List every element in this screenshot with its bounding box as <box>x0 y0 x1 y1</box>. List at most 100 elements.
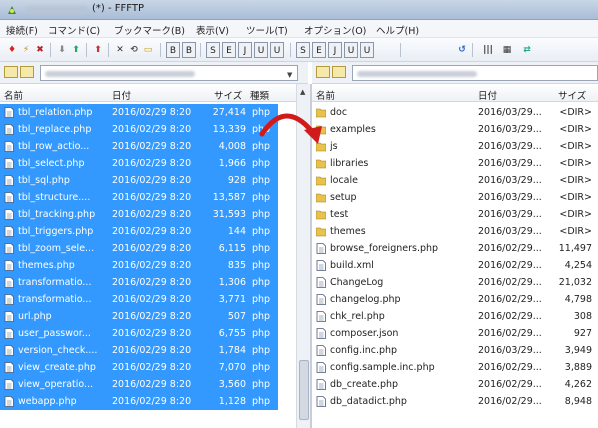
jis-button[interactable]: J <box>238 42 252 58</box>
menu-options[interactable]: オプション(O) <box>304 23 366 37</box>
file-date: 2016/02/29... <box>478 379 542 390</box>
file-icon <box>316 345 326 356</box>
remote-file-row[interactable]: locale 2016/03/29... <DIR> <box>312 172 598 189</box>
menu-view[interactable]: 表示(V) <box>196 23 229 37</box>
remote-file-row[interactable]: setup 2016/03/29... <DIR> <box>312 189 598 206</box>
remote-file-row[interactable]: chk_rel.php 2016/02/29... 308 <box>312 308 598 325</box>
local-file-list[interactable]: 名前 日付 サイズ 種類 tbl_relation.php 2016/02/29 … <box>0 84 296 428</box>
file-name: composer.json <box>330 328 399 339</box>
column-size[interactable]: サイズ <box>214 88 242 102</box>
remote-utf8-bom-button[interactable]: U <box>360 42 374 58</box>
local-file-row[interactable]: themes.php 2016/02/29 8:20 835 php <box>0 257 278 274</box>
binary-mode-button-2[interactable]: B <box>182 42 196 58</box>
local-file-row[interactable]: transformatio... 2016/02/29 8:20 1,306 php <box>0 274 278 291</box>
remote-file-row[interactable]: libraries 2016/03/29... <DIR> <box>312 155 598 172</box>
detail-view-icon[interactable]: ▦ <box>500 42 514 58</box>
menu-tools[interactable]: ツール(T) <box>246 23 288 37</box>
column-name[interactable]: 名前 <box>316 88 335 102</box>
local-file-row[interactable]: tbl_row_actio... 2016/02/29 8:20 4,008 php <box>0 138 278 155</box>
file-size: 6,755 <box>218 328 246 339</box>
toolbar-separator <box>290 43 291 57</box>
euc-button[interactable]: E <box>222 42 236 58</box>
file-type: php <box>252 379 271 390</box>
scroll-thumb[interactable] <box>299 360 309 420</box>
local-file-row[interactable]: tbl_sql.php 2016/02/29 8:20 928 php <box>0 172 278 189</box>
sync-icon[interactable]: ⇄ <box>520 42 534 58</box>
file-type: php <box>252 243 271 254</box>
column-size[interactable]: サイズ <box>558 88 586 102</box>
quick-connect-icon[interactable]: ⚡ <box>20 42 32 58</box>
menu-help[interactable]: ヘルプ(H) <box>376 23 419 37</box>
file-name: url.php <box>18 311 52 322</box>
local-file-row[interactable]: tbl_structure.... 2016/02/29 8:20 13,587 ph… <box>0 189 278 206</box>
download-icon[interactable]: ⬇ <box>56 42 68 58</box>
drag-arrow-icon <box>259 113 322 144</box>
remote-file-row[interactable]: browse_foreigners.php 2016/02/29... 11,497 <box>312 240 598 257</box>
upload-icon[interactable]: ⬆ <box>70 42 82 58</box>
remote-browse-icon[interactable] <box>332 66 346 78</box>
local-file-row[interactable]: tbl_tracking.php 2016/02/29 8:20 31,593 php <box>0 206 278 223</box>
list-view-icon[interactable]: ||| <box>480 42 496 58</box>
refresh-icon[interactable]: ↺ <box>456 42 468 58</box>
local-file-row[interactable]: view_create.php 2016/02/29 8:20 7,070 php <box>0 359 278 376</box>
remote-euc-button[interactable]: E <box>312 42 326 58</box>
delete-icon[interactable]: ✕ <box>114 42 126 58</box>
local-file-row[interactable]: webapp.php 2016/02/29 8:20 1,128 php <box>0 393 278 410</box>
remote-file-row[interactable]: themes 2016/03/29... <DIR> <box>312 223 598 240</box>
remote-file-row[interactable]: config.inc.php 2016/03/29... 3,949 <box>312 342 598 359</box>
remote-file-row[interactable]: doc 2016/03/29... <DIR> <box>312 104 598 121</box>
remote-file-row[interactable]: js 2016/03/29... <DIR> <box>312 138 598 155</box>
menu-bookmark[interactable]: ブックマーク(B) <box>114 23 185 37</box>
local-folder-icon[interactable] <box>4 66 18 78</box>
local-file-row[interactable]: tbl_triggers.php 2016/02/29 8:20 144 php <box>0 223 278 240</box>
column-date[interactable]: 日付 <box>478 88 497 102</box>
folder-icon <box>316 227 326 237</box>
binary-mode-button[interactable]: B <box>166 42 180 58</box>
chevron-down-icon[interactable]: ▼ <box>287 71 292 79</box>
remote-utf8-button[interactable]: U <box>344 42 358 58</box>
utf8-bom-button[interactable]: U <box>270 42 284 58</box>
remote-path-input[interactable] <box>352 65 598 81</box>
menu-command[interactable]: コマンド(C) <box>48 23 100 37</box>
file-icon <box>4 277 14 288</box>
local-file-row[interactable]: version_check.... 2016/02/29 8:20 1,784 php <box>0 342 278 359</box>
remote-file-row[interactable]: db_datadict.php 2016/02/29... 8,948 <box>312 393 598 410</box>
remote-file-row[interactable]: build.xml 2016/02/29... 4,254 <box>312 257 598 274</box>
scroll-up-icon[interactable]: ▲ <box>300 88 305 96</box>
column-name[interactable]: 名前 <box>4 88 23 102</box>
local-file-row[interactable]: tbl_relation.php 2016/02/29 8:20 27,414 php <box>0 104 278 121</box>
new-folder-icon[interactable]: ▭ <box>142 42 154 58</box>
remote-file-row[interactable]: ChangeLog 2016/02/29... 21,032 <box>312 274 598 291</box>
sjis-button[interactable]: S <box>206 42 220 58</box>
remote-file-row[interactable]: changelog.php 2016/02/29... 4,798 <box>312 291 598 308</box>
local-file-row[interactable]: tbl_replace.php 2016/02/29 8:20 13,339 php <box>0 121 278 138</box>
remote-sjis-button[interactable]: S <box>296 42 310 58</box>
local-file-row[interactable]: transformatio... 2016/02/29 8:20 3,771 php <box>0 291 278 308</box>
remote-file-row[interactable]: config.sample.inc.php 2016/02/29... 3,889 <box>312 359 598 376</box>
up-folder-icon[interactable]: ⬆ <box>92 42 104 58</box>
file-date: 2016/02/29 8:20 <box>112 277 192 288</box>
local-browse-icon[interactable] <box>20 66 34 78</box>
remote-jis-button[interactable]: J <box>328 42 342 58</box>
file-icon <box>4 192 14 203</box>
file-name: config.inc.php <box>330 345 398 356</box>
local-path-input[interactable]: ▼ <box>40 65 298 81</box>
local-file-row[interactable]: view_operatio... 2016/02/29 8:20 3,560 php <box>0 376 278 393</box>
column-type[interactable]: 種類 <box>250 88 269 102</box>
remote-file-row[interactable]: test 2016/03/29... <DIR> <box>312 206 598 223</box>
connect-icon[interactable]: ♦ <box>6 42 18 58</box>
local-file-row[interactable]: user_passwor... 2016/02/29 8:20 6,755 php <box>0 325 278 342</box>
local-file-row[interactable]: tbl_select.php 2016/02/29 8:20 1,966 php <box>0 155 278 172</box>
remote-file-row[interactable]: examples 2016/03/29... <DIR> <box>312 121 598 138</box>
disconnect-icon[interactable]: ✖ <box>34 42 46 58</box>
rename-icon[interactable]: ⟲ <box>128 42 140 58</box>
column-date[interactable]: 日付 <box>112 88 131 102</box>
remote-file-list[interactable]: 名前 日付 サイズ doc 2016/03/29... <DIR> examples 2… <box>312 84 598 428</box>
remote-folder-icon[interactable] <box>316 66 330 78</box>
local-file-row[interactable]: url.php 2016/02/29 8:20 507 php <box>0 308 278 325</box>
utf8-button[interactable]: U <box>254 42 268 58</box>
remote-file-row[interactable]: composer.json 2016/02/29... 927 <box>312 325 598 342</box>
local-file-row[interactable]: tbl_zoom_sele... 2016/02/29 8:20 6,115 php <box>0 240 278 257</box>
remote-file-row[interactable]: db_create.php 2016/02/29... 4,262 <box>312 376 598 393</box>
menu-connect[interactable]: 接続(F) <box>6 23 38 37</box>
